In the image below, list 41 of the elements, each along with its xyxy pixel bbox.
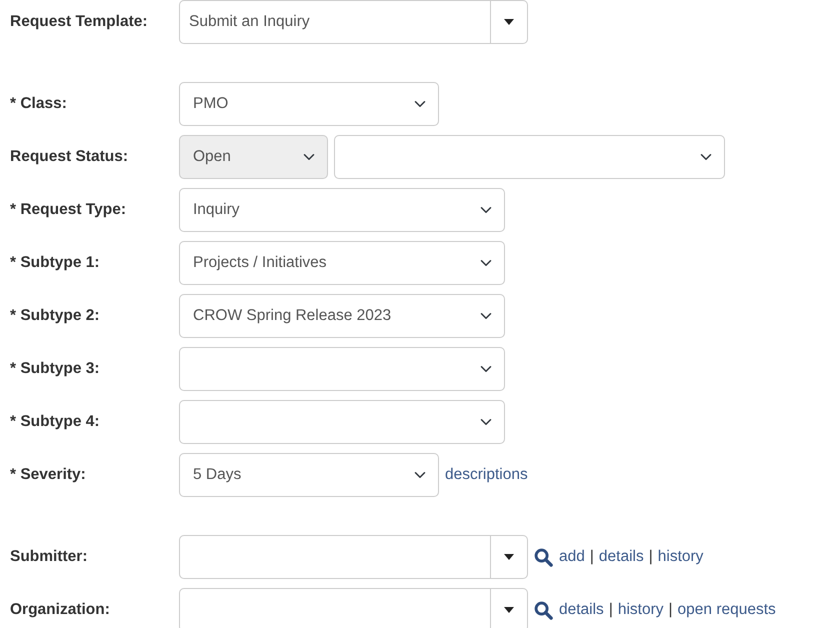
field-label: Request Template: bbox=[10, 12, 149, 32]
field-label: * Subtype 1: bbox=[10, 253, 101, 274]
caret-icon bbox=[504, 19, 514, 25]
link[interactable]: history bbox=[658, 545, 704, 569]
dropdown-button[interactable] bbox=[490, 0, 528, 44]
field-label: Request Status: bbox=[10, 147, 129, 168]
search-icon[interactable] bbox=[534, 548, 553, 566]
field-label: Submitter: bbox=[10, 547, 88, 568]
link[interactable]: history bbox=[618, 598, 664, 622]
search-icon[interactable] bbox=[534, 600, 553, 620]
field-label: * Subtype 2: bbox=[10, 306, 101, 326]
field-label: * Subtype 4: bbox=[10, 412, 101, 432]
separator-text: | bbox=[590, 547, 594, 568]
input-field[interactable]: Submit an Inquiry bbox=[179, 0, 491, 44]
separator-text: | bbox=[668, 600, 673, 620]
link[interactable]: descriptions bbox=[445, 463, 528, 487]
select-field[interactable] bbox=[179, 347, 505, 391]
dropdown-button[interactable] bbox=[490, 588, 528, 628]
select-field[interactable] bbox=[334, 135, 725, 179]
select-field[interactable] bbox=[179, 400, 505, 444]
input-field[interactable] bbox=[179, 535, 491, 579]
field-label: * Request Type: bbox=[10, 200, 127, 220]
select-field[interactable]: Projects / Initiatives bbox=[179, 241, 505, 285]
select-field[interactable]: CROW Spring Release 2023 bbox=[179, 294, 505, 338]
field-label: * Severity: bbox=[10, 465, 87, 486]
input-field[interactable] bbox=[179, 588, 491, 628]
field-label: Organization: bbox=[10, 600, 111, 620]
separator-text: | bbox=[648, 547, 653, 568]
caret-icon bbox=[504, 607, 514, 613]
select-field[interactable]: 5 Days bbox=[179, 453, 439, 497]
dropdown-button[interactable] bbox=[490, 535, 528, 579]
select-field[interactable]: Inquiry bbox=[179, 188, 505, 232]
link[interactable]: details bbox=[559, 598, 604, 622]
link[interactable]: add bbox=[559, 545, 585, 569]
link[interactable]: open requests bbox=[678, 598, 776, 622]
select-field[interactable]: PMO bbox=[179, 82, 439, 126]
field-label: * Subtype 3: bbox=[10, 359, 101, 380]
link[interactable]: details bbox=[598, 545, 644, 569]
caret-icon bbox=[504, 554, 514, 560]
separator-text: | bbox=[608, 600, 613, 620]
field-label: * Class: bbox=[10, 94, 68, 114]
